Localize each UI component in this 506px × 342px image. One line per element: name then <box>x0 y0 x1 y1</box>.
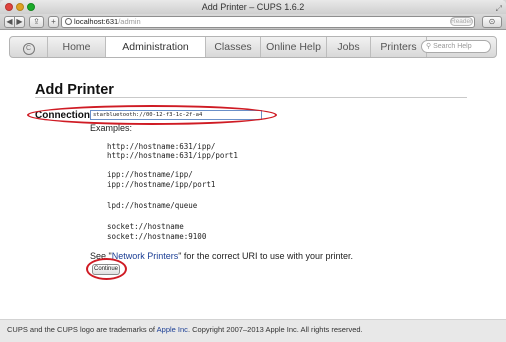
forward-button[interactable]: ▶ <box>14 16 25 28</box>
nav-online-help[interactable]: Online Help <box>261 37 327 57</box>
url-host: localhost:631 <box>74 17 119 26</box>
example-uri: socket://hostname <box>107 222 184 231</box>
nav-jobs[interactable]: Jobs <box>327 37 371 57</box>
search-icon: ⚲ <box>426 43 432 50</box>
cups-logo-icon[interactable]: C <box>10 37 48 57</box>
example-uri: socket://hostname:9100 <box>107 232 207 241</box>
downloads-button[interactable]: ⊙ <box>482 16 502 28</box>
example-uri: http://hostname:631/ipp/ <box>107 142 216 151</box>
address-bar[interactable]: localhost:631/admin C <box>61 16 475 28</box>
title-bar: Add Printer – CUPS 1.6.2 ⤢ <box>0 0 506 14</box>
nav-home[interactable]: Home <box>48 37 106 57</box>
help-text-suffix: " for the correct URI to use with your p… <box>178 251 353 261</box>
network-printers-link[interactable]: Network Printers <box>112 251 179 261</box>
search-help-input[interactable]: ⚲ Search Help <box>421 40 491 53</box>
add-bookmark-button[interactable]: + <box>48 16 59 28</box>
uri-help-text: See "Network Printers" for the correct U… <box>90 251 353 261</box>
title-divider <box>35 97 467 98</box>
continue-annotation-ellipse <box>86 258 127 280</box>
nav-printers[interactable]: Printers <box>371 37 427 57</box>
footer: CUPS and the CUPS logo are trademarks of… <box>0 319 506 342</box>
url-path: /admin <box>118 17 141 26</box>
connection-annotation-ellipse <box>27 105 277 125</box>
examples-label: Examples: <box>90 123 133 133</box>
share-button[interactable]: ⇪ <box>29 16 44 28</box>
footer-suffix: . Copyright 2007–2013 Apple Inc. All rig… <box>187 325 363 334</box>
example-uri: http://hostname:631/ipp/port1 <box>107 151 238 160</box>
close-window-button[interactable] <box>5 3 13 11</box>
browser-toolbar: ◀ ▶ ⇪ + localhost:631/admin C Reader ⊙ <box>0 14 506 30</box>
apple-link[interactable]: Apple Inc <box>157 325 188 334</box>
example-uri: ipp://hostname/ipp/ <box>107 170 193 179</box>
nav-classes[interactable]: Classes <box>206 37 261 57</box>
example-uri: ipp://hostname/ipp/port1 <box>107 180 216 189</box>
globe-icon <box>65 18 72 25</box>
minimize-window-button[interactable] <box>16 3 24 11</box>
search-placeholder: Search Help <box>433 43 472 50</box>
window-title: Add Printer – CUPS 1.6.2 <box>201 2 305 12</box>
browser-window: Add Printer – CUPS 1.6.2 ⤢ ◀ ▶ ⇪ + local… <box>0 0 506 342</box>
zoom-window-button[interactable] <box>27 3 35 11</box>
nav-administration[interactable]: Administration <box>106 37 206 57</box>
footer-prefix: CUPS and the CUPS logo are trademarks of <box>7 325 157 334</box>
example-uri: lpd://hostname/queue <box>107 201 198 210</box>
reader-button[interactable]: Reader <box>450 17 473 26</box>
cups-nav-bar: C Home Administration Classes Online Hel… <box>9 36 497 58</box>
page-title: Add Printer <box>35 82 114 98</box>
